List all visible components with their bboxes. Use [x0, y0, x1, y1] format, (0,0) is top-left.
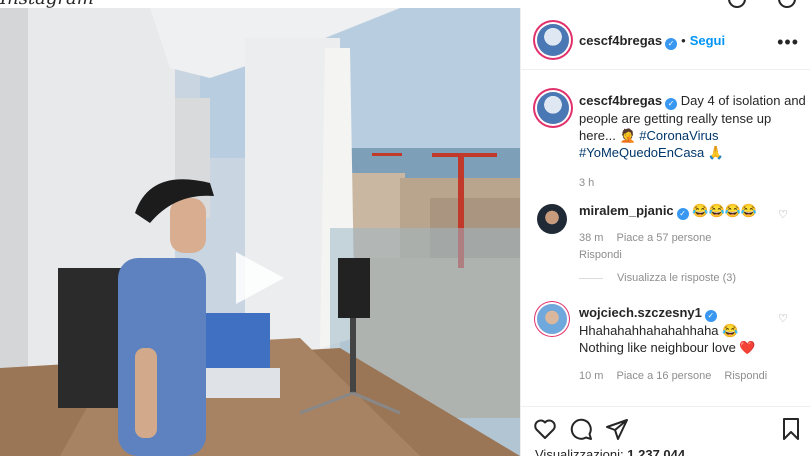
share-icon[interactable] [605, 417, 629, 441]
author-username[interactable]: cescf4bregas [579, 33, 662, 48]
comment-meta: 10 m Piace a 16 persone Rispondi [579, 368, 789, 385]
play-button[interactable] [228, 248, 288, 308]
separator-dot: • [681, 33, 686, 48]
verified-icon: ✓ [704, 310, 717, 322]
reply-button[interactable]: Rispondi [579, 249, 622, 261]
reply-button[interactable]: Rispondi [724, 370, 767, 382]
post-actions-bar: Visualizzazioni: 1.237.044 [521, 406, 810, 456]
post-details-panel: cescf4bregas ✓ • Segui ••• cescf4bregas ✓ Da… [520, 8, 810, 456]
comment-text-line-2: Nothing like neighbour love ❤️ [579, 340, 756, 355]
video-frame [0, 8, 520, 456]
comment-likes[interactable]: Piace a 57 persone [617, 232, 712, 244]
author-avatar[interactable] [537, 24, 569, 56]
commenter-avatar[interactable] [537, 304, 567, 334]
caption-emoji: 🙏 [707, 145, 725, 160]
comment-likes[interactable]: Piace a 16 persone [617, 370, 712, 382]
caption-author-avatar[interactable] [537, 92, 569, 124]
view-replies-button[interactable]: Visualizza le risposte (3) [579, 272, 736, 284]
post-caption: cescf4bregas ✓ Day 4 of isolation and peo… [579, 92, 807, 192]
comment-meta: 38 m Piace a 57 persone Rispondi [579, 230, 789, 264]
instagram-post-page: Instagram [0, 0, 810, 456]
bookmark-icon[interactable] [779, 417, 803, 441]
follow-button[interactable]: Segui [690, 33, 725, 48]
verified-icon: ✓ [665, 38, 678, 50]
hashtag-link[interactable]: #CoronaVirus [639, 128, 718, 143]
comment-username[interactable]: wojciech.szczesny1 [579, 305, 702, 320]
caption-username[interactable]: cescf4bregas [579, 93, 662, 108]
comment-icon[interactable] [569, 417, 593, 441]
post-header: cescf4bregas ✓ • Segui ••• [521, 8, 810, 70]
play-icon [236, 252, 284, 304]
verified-icon: ✓ [665, 98, 678, 110]
views-number: 1.237.044 [627, 447, 686, 456]
comment-time: 38 m [579, 232, 604, 244]
top-navigation-bar [0, 0, 810, 8]
verified-icon: ✓ [676, 208, 689, 220]
view-count: Visualizzazioni: 1.237.044 [535, 447, 685, 456]
video-player[interactable] [0, 8, 520, 456]
comment-username[interactable]: miralem_pjanic [579, 203, 674, 218]
author-row: cescf4bregas ✓ • Segui [579, 32, 725, 50]
commenter-avatar[interactable] [537, 204, 567, 234]
comment-time: 10 m [579, 370, 604, 382]
hashtag-link[interactable]: #YoMeQuedoEnCasa [579, 145, 704, 160]
comment-like-icon[interactable]: ♡ [778, 312, 788, 325]
comment-item: wojciech.szczesny1 ✓ Hhahahahhahahahhaha … [579, 304, 789, 385]
heart-icon[interactable] [533, 417, 557, 441]
views-label: Visualizzazioni: [535, 447, 624, 456]
comment-like-icon[interactable]: ♡ [778, 208, 788, 221]
comment-item: miralem_pjanic ✓ 😂😂😂😂 38 m Piace a 57 per… [579, 202, 789, 264]
comment-text-line-1: Hhahahahhahahahhaha 😂 [579, 323, 739, 338]
caption-time: 3 h [579, 177, 595, 189]
comment-text: 😂😂😂😂 [692, 203, 758, 218]
instagram-logo[interactable]: Instagram [0, 0, 94, 9]
more-options-icon[interactable]: ••• [777, 32, 799, 53]
